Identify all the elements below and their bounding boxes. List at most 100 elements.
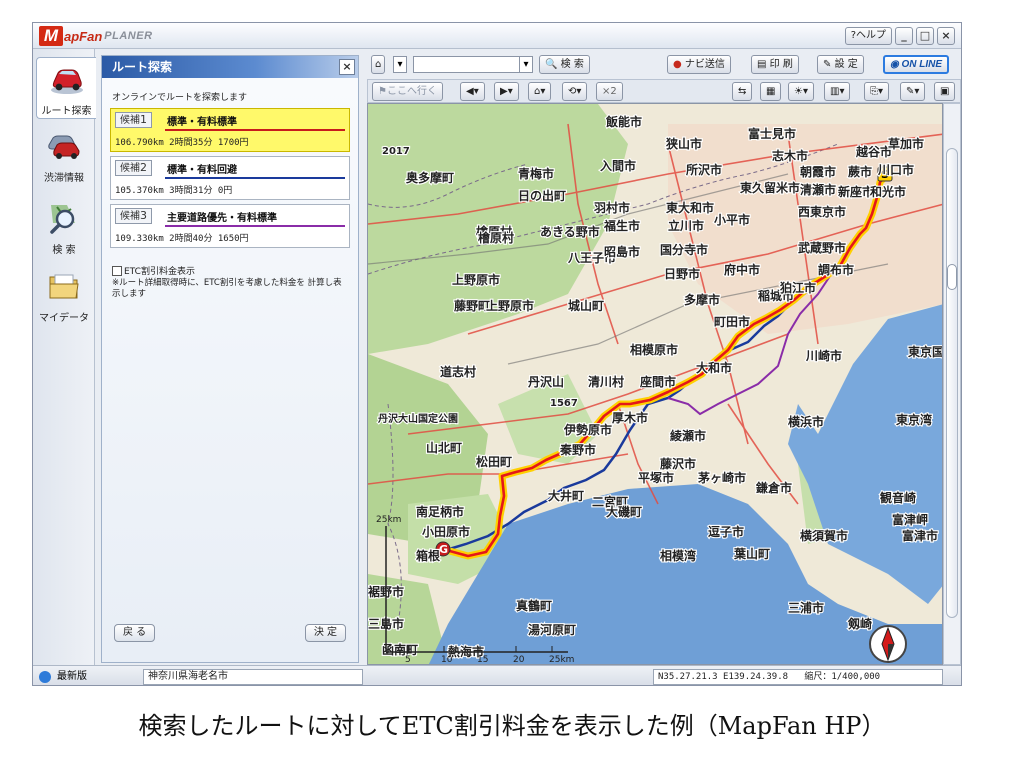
map-place-label: 湯河原町 [528,622,576,637]
map-place-label: 箱根 [416,548,440,563]
tab-route-search[interactable]: ルート探索 [36,57,96,119]
decide-button[interactable]: 決 定 [304,624,346,642]
print-button[interactable]: ▤ 印 刷 [751,55,799,74]
app-logo: M apFan PLANER [39,26,153,46]
help-button[interactable]: ?ヘルプ [844,27,892,45]
map-place-label: 葉山町 [733,546,770,561]
map-view[interactable]: S G 飯能市 狭山市 富士見市 志木市 越谷市 草加市 奥多摩町 青梅市 入間市 所沢市 朝霞市蕨… [367,103,943,665]
candidate-route-color [165,129,345,131]
zoom-scrollbar[interactable] [943,103,961,665]
minimize-button[interactable]: _ [895,27,913,45]
map-place-label: あきる野市 [540,224,600,239]
tab-label-search: 検 索 [52,245,76,256]
map-place-label: 和光市 [869,184,906,199]
online-button[interactable]: ◉ ON LINE [883,55,950,74]
map-place-label: 川崎市 [805,348,842,363]
svg-text:G: G [439,543,448,556]
close-window-button[interactable]: × [937,27,955,45]
map-place-label: 小平市 [714,212,750,227]
map-place-label: 真鶴町 [516,598,552,613]
map-place-label: 道志村 [440,364,476,379]
route-search-panel: ルート探索 × オンラインでルートを探索します 候補1 標準・有料標準 106.… [101,55,359,663]
map-place-label: 立川市 [668,218,704,233]
map-place-label: 観音崎 [880,490,916,505]
zoom-slider-handle[interactable] [947,264,957,290]
route-candidate-1[interactable]: 候補1 標準・有料標準 106.790km 2時間35分 1700円 [110,108,350,152]
map-place-label: 1567 [550,398,578,409]
back-nav-button[interactable]: ◀▾ [460,82,485,101]
map-canvas[interactable]: S G 飯能市狭山市富士見市志木市 越谷市草加市奥多摩町 青梅市入間市 所沢市 朝霞市蕨… [368,104,943,665]
map-place-label: 西東京市 [798,204,846,219]
flag-icon: ⚑ [378,86,387,97]
zoom-track[interactable] [946,148,958,618]
map-place-label: 所沢市 [686,162,722,177]
logo-text: apFan [64,28,103,44]
forward-nav-button[interactable]: ▶▾ [494,82,519,101]
map-place-label: 函南町 [382,642,418,657]
tab-search[interactable]: 検 索 [36,195,92,257]
back-button[interactable]: 戻 る [114,624,156,642]
status-scale: 縮尺：1/400,000 [804,672,881,682]
map-place-label: 剱崎 [847,616,872,631]
etc-discount-toggle[interactable]: ETC割引料金表示 [112,264,195,277]
map-place-label: 狭山市 [665,136,702,151]
candidate-route-color [165,177,345,179]
latest-version[interactable]: 最新版 [37,669,91,685]
tool-e-button[interactable]: ⎘▾ [864,82,890,101]
map-place-label: 飯能市 [605,114,642,129]
tool-a-button[interactable]: ⇆ [732,82,753,101]
map-place-label: 平塚市 [638,470,674,485]
map-place-label: 城山町 [568,298,604,313]
map-place-label: 藤野町 [453,298,490,313]
panel-close-button[interactable]: × [339,59,355,75]
search-button[interactable]: 🔍 検 索 [539,55,590,74]
map-place-label: 横浜市 [788,414,824,429]
home-map-button[interactable]: ⌂▾ [528,82,552,101]
map-place-label: 富士見市 [748,126,796,141]
tab-my-data[interactable]: マイデータ [36,263,92,325]
tab-label-traffic-info: 渋滞情報 [44,173,84,184]
route-candidate-3[interactable]: 候補3 主要道路優先・有料標準 109.330km 2時間40分 1650円 [110,204,350,248]
maximize-button[interactable]: □ [916,27,934,45]
map-place-label: 奥多摩町 [406,170,454,185]
etc-checkbox[interactable] [112,265,122,276]
panel-intro: オンラインでルートを探索します [112,93,248,103]
logo-sub: PLANER [104,30,153,42]
settings-button[interactable]: ✎ 設 定 [817,55,864,74]
tool-c-button[interactable]: ☀▾ [788,82,814,101]
tool-g-button[interactable]: ▣ [934,82,956,101]
title-bar: M apFan PLANER ?ヘルプ _ □ × [33,23,961,49]
rotate-button[interactable]: ⟲▾ [562,82,588,101]
navi-send-button[interactable]: ● ナビ送信 [667,55,731,74]
place-select[interactable] [413,56,533,73]
chevron-down-icon[interactable]: ▾ [393,56,407,73]
tab-traffic-info[interactable]: 渋滞情報 [36,125,92,187]
status-bar: 最新版 神奈川県海老名市 N35.27.21.3 E139.24.39.8 縮尺… [33,665,961,685]
route-candidate-2[interactable]: 候補2 標準・有料回避 105.370km 3時間31分 0円 [110,156,350,200]
folder-icon [49,274,79,299]
map-place-label: 秦野市 [559,442,596,457]
figure-caption: 検索したルートに対してETC割引料金を表示した例（MapFan HP） [138,712,886,740]
candidate-info: 106.790km 2時間35分 1700円 [115,138,249,148]
map-place-label: 茅ヶ崎市 [698,470,746,485]
map-place-label: 多摩市 [684,292,720,307]
compass-icon[interactable] [869,625,907,663]
map-place-label: 草加市 [888,136,924,151]
map-place-label: 大井町 [548,488,584,503]
map-place-label: 新座市 [838,184,874,199]
home-button[interactable]: ⌂ [371,55,386,74]
left-tab-bar: ルート探索 渋滞情報 検 索 マイデータ [33,49,96,665]
tool-d-button[interactable]: ▥▾ [824,82,851,101]
mapfan-window: M apFan PLANER ?ヘルプ _ □ × ルート探索 渋滞情報 検 索… [32,22,962,686]
tool-f-button[interactable]: ✎▾ [900,82,926,101]
candidate-tag: 候補2 [115,160,152,176]
map-toolbar: ⌂ ▾ ▾ 🔍 検 索 ● ナビ送信 ▤ 印 刷 ✎ 設 定 ◉ ON LINE [367,53,961,77]
map-place-label: 町田市 [714,314,750,329]
scale-tick-label: 10 [441,655,453,665]
tool-b-button[interactable]: ▦ [760,82,782,101]
map-place-label: 丹沢大山国定公園 [378,412,458,425]
chevron-down-icon[interactable]: ▾ [519,56,533,73]
zoom-factor[interactable]: ×2 [596,82,623,101]
goto-here-button[interactable]: ⚑ここへ行く [372,82,443,101]
tab-label-route-search: ルート探索 [41,106,92,117]
